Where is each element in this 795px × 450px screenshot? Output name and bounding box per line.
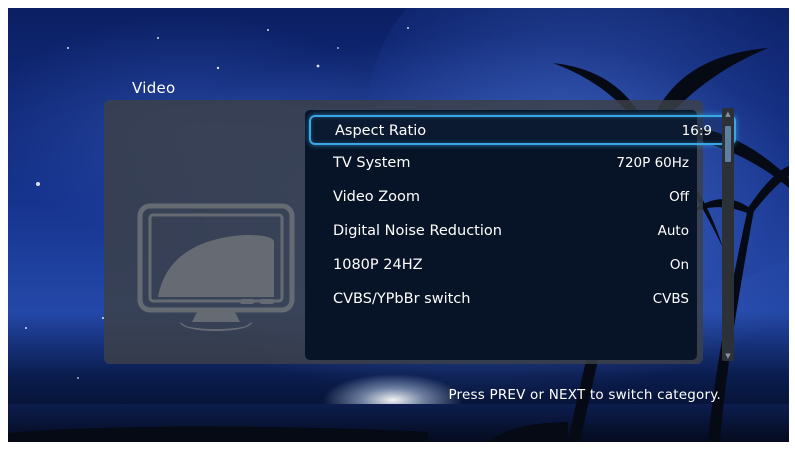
setting-label: 1080P 24HZ (333, 257, 423, 273)
navigation-hint: Press PREV or NEXT to switch category. (448, 387, 721, 403)
settings-panel: Aspect Ratio 16:9 TV System 720P 60Hz Vi… (104, 100, 736, 364)
setting-value: On (669, 257, 689, 273)
preview-pane (104, 100, 304, 364)
scroll-thumb[interactable] (725, 126, 731, 162)
setting-label: Video Zoom (333, 189, 421, 205)
setting-label: CVBS/YPbBr switch (333, 291, 471, 307)
scroll-down-arrow-icon[interactable]: ▼ (722, 352, 734, 360)
setting-row-aspect-ratio[interactable]: Aspect Ratio 16:9 (309, 115, 736, 145)
setting-label: TV System (333, 155, 411, 171)
settings-scrollbar[interactable]: ▲ ▼ (722, 108, 734, 361)
setting-label: Aspect Ratio (335, 123, 427, 139)
settings-list: Aspect Ratio 16:9 TV System 720P 60Hz Vi… (305, 110, 736, 360)
category-title: Video (132, 79, 176, 97)
setting-value: 16:9 (681, 123, 712, 139)
scroll-up-arrow-icon[interactable]: ▲ (722, 110, 734, 118)
setting-row-tv-system[interactable]: TV System 720P 60Hz (309, 149, 711, 179)
setting-row-video-zoom[interactable]: Video Zoom Off (309, 183, 711, 213)
setting-value: 720P 60Hz (616, 155, 689, 171)
setting-value: Auto (657, 223, 689, 239)
setting-value: Off (669, 189, 689, 205)
setting-row-digital-noise-reduction[interactable]: Digital Noise Reduction Auto (309, 217, 711, 247)
setting-label: Digital Noise Reduction (333, 223, 502, 239)
setting-value: CVBS (652, 291, 689, 307)
setting-row-1080p-24hz[interactable]: 1080P 24HZ On (309, 251, 711, 281)
video-settings-screen: Video Aspect Ratio 16:9 TV System 720P 6… (8, 8, 789, 442)
setting-row-cvbs-ypbbr-switch[interactable]: CVBS/YPbBr switch CVBS (309, 285, 711, 315)
tv-monitor-icon (137, 203, 295, 331)
